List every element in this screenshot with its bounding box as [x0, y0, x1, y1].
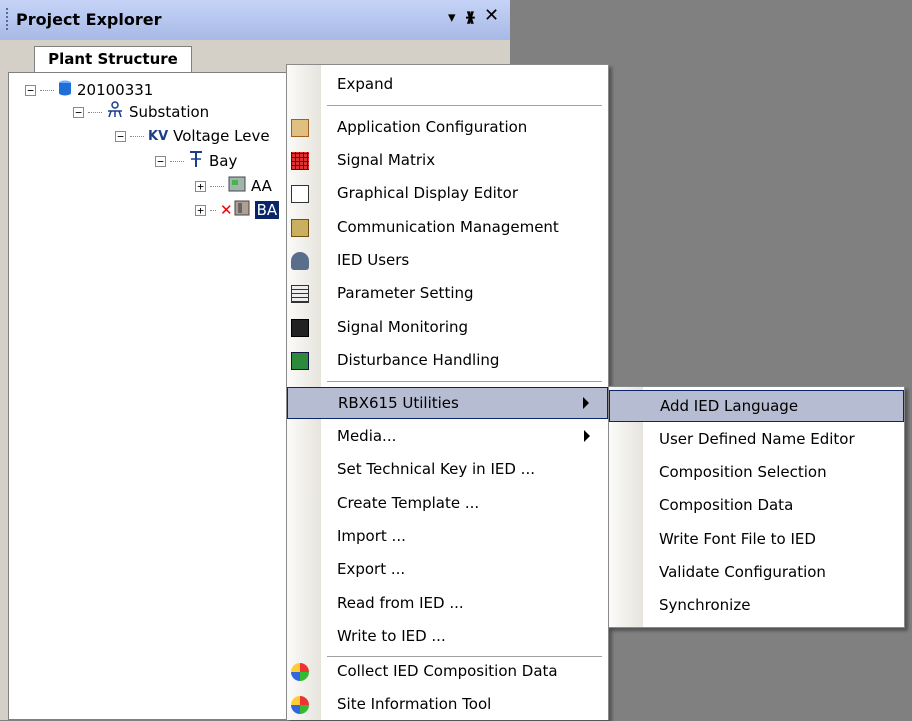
context-menu: Expand Application Configuration Signal …: [286, 64, 609, 720]
menu-item-export[interactable]: Export ...: [287, 554, 608, 586]
panel-titlebar[interactable]: Project Explorer ▾ ᚕ ✕: [0, 0, 510, 41]
signal-monitoring-icon: [291, 319, 309, 337]
tree-node-label: Bay: [209, 152, 238, 170]
menu-item-collect-ied-composition-data[interactable]: Collect IED Composition Data: [287, 656, 608, 688]
menu-item-ied-users[interactable]: IED Users: [287, 245, 608, 277]
expand-toggle-icon[interactable]: +: [195, 204, 206, 216]
panel-title: Project Explorer: [16, 10, 162, 29]
rbx615-utilities-submenu: Add IED Language User Defined Name Edito…: [608, 386, 905, 628]
menu-item-signal-monitoring[interactable]: Signal Monitoring: [287, 312, 608, 344]
menu-separator: [327, 381, 602, 382]
close-icon[interactable]: ✕: [484, 5, 499, 26]
tab-plant-structure[interactable]: Plant Structure: [34, 46, 192, 72]
menu-item-composition-data[interactable]: Composition Data: [609, 490, 904, 522]
tree-node-bay[interactable]: − Bay: [155, 150, 237, 172]
application-configuration-icon: [291, 119, 309, 137]
tree-node-substation[interactable]: − Substation: [73, 101, 209, 123]
menu-item-composition-selection[interactable]: Composition Selection: [609, 457, 904, 489]
menu-item-parameter-setting[interactable]: Parameter Setting: [287, 278, 608, 310]
menu-item-import[interactable]: Import ...: [287, 521, 608, 553]
menu-item-communication-management[interactable]: Communication Management: [287, 212, 608, 244]
signal-matrix-icon: [291, 152, 309, 170]
parameter-setting-icon: [291, 285, 309, 303]
menu-item-expand[interactable]: Expand: [287, 69, 608, 101]
ied-error-icon: [234, 200, 250, 220]
site-information-icon: [291, 696, 309, 714]
menu-item-create-template[interactable]: Create Template ...: [287, 488, 608, 520]
collapse-toggle-icon[interactable]: −: [155, 155, 166, 167]
collapse-toggle-icon[interactable]: −: [115, 130, 126, 142]
menu-item-graphical-display-editor[interactable]: Graphical Display Editor: [287, 178, 608, 210]
bay-icon: [188, 150, 204, 172]
expand-toggle-icon[interactable]: +: [195, 180, 206, 192]
ied-icon: [228, 176, 246, 196]
pin-icon[interactable]: ᚕ: [466, 8, 475, 26]
submenu-arrow-icon: [584, 430, 590, 442]
communication-management-icon: [291, 219, 309, 237]
tree-node-project[interactable]: − 20100331: [25, 79, 153, 101]
collect-data-icon: [291, 663, 309, 681]
menu-item-write-to-ied[interactable]: Write to IED ...: [287, 621, 608, 653]
menu-item-synchronize[interactable]: Synchronize: [609, 590, 904, 622]
voltage-level-icon: KV: [148, 128, 169, 144]
tree-node-label: AA: [251, 177, 272, 195]
menu-item-signal-matrix[interactable]: Signal Matrix: [287, 145, 608, 177]
substation-icon: [106, 101, 124, 123]
menu-item-rbx615-utilities[interactable]: RBX615 Utilities: [287, 387, 608, 419]
menu-item-validate-configuration[interactable]: Validate Configuration: [609, 557, 904, 589]
menu-item-media[interactable]: Media...: [287, 421, 608, 453]
graphical-display-editor-icon: [291, 185, 309, 203]
tree-node-ied-aa[interactable]: + AA: [195, 175, 272, 197]
menu-item-application-configuration[interactable]: Application Configuration: [287, 112, 608, 144]
menu-item-write-font-file-to-ied[interactable]: Write Font File to IED: [609, 524, 904, 556]
submenu-arrow-icon: [583, 397, 589, 409]
drag-grip-icon[interactable]: [6, 8, 11, 30]
database-icon: [58, 80, 72, 100]
disturbance-handling-icon: [291, 352, 309, 370]
menu-item-site-information-tool[interactable]: Site Information Tool: [287, 689, 608, 721]
menu-item-add-ied-language[interactable]: Add IED Language: [609, 390, 904, 422]
tree-node-voltage-level[interactable]: − KV Voltage Leve: [115, 125, 270, 147]
tree-node-ied-ba[interactable]: + ✕ BA: [195, 199, 280, 221]
menu-item-user-defined-name-editor[interactable]: User Defined Name Editor: [609, 424, 904, 456]
tree-node-label: 20100331: [77, 81, 154, 99]
tree-node-label: Voltage Leve: [173, 127, 270, 145]
menu-separator: [327, 105, 602, 106]
tree-node-label-selected: BA: [254, 201, 280, 219]
collapse-toggle-icon[interactable]: −: [25, 84, 36, 96]
dropdown-arrow-icon[interactable]: ▾: [448, 8, 456, 26]
menu-item-disturbance-handling[interactable]: Disturbance Handling: [287, 345, 608, 377]
tree-node-label: Substation: [129, 103, 210, 121]
ied-users-icon: [291, 252, 309, 270]
error-x-icon: ✕: [220, 201, 233, 219]
collapse-toggle-icon[interactable]: −: [73, 106, 84, 118]
menu-item-set-technical-key[interactable]: Set Technical Key in IED ...: [287, 454, 608, 486]
menu-item-read-from-ied[interactable]: Read from IED ...: [287, 588, 608, 620]
